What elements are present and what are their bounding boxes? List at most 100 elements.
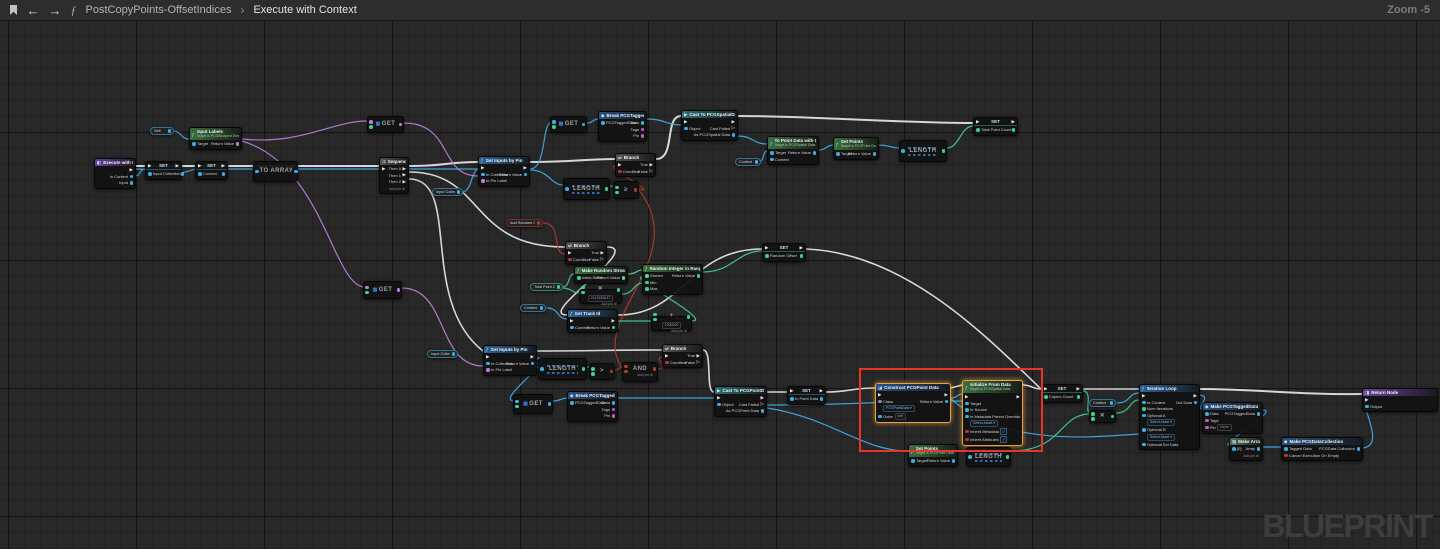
branch-3-exec-in[interactable]: ▶ [665, 353, 668, 358]
add-random-offset-capsule-out-pin[interactable] [536, 221, 540, 225]
sequence-add-pin[interactable]: Add pin ⊕ [380, 187, 408, 193]
length-2-in-pin[interactable] [901, 149, 905, 153]
context-capsule-1-out-pin[interactable] [754, 160, 758, 164]
get-inputs-by-pin-2-in-pin[interactable] [486, 368, 490, 372]
get-inputs-by-pin-1[interactable]: ƒ Get Inputs by Pin ▶ In Collection In Pin L… [478, 156, 530, 187]
blueprint-graph-canvas[interactable]: BLUEPRINT Self ƒ Input Labels Target is PCG… [0, 0, 1440, 549]
set-in-point-data-var-in-pin[interactable] [790, 397, 794, 401]
set-context-var-out-pin[interactable] [221, 172, 225, 176]
cast-to-pcgpointdata-in-pin[interactable] [717, 402, 721, 406]
return-node[interactable]: ◨ Return Node ▶ Output [1362, 388, 1438, 412]
get-inputs-by-pin-1-exec-out[interactable]: ▶ [524, 165, 527, 170]
set-input-collection[interactable]: ▶ SET ▶ Input Collection [145, 161, 185, 180]
get-item-3-out-pin[interactable] [547, 402, 551, 406]
branch-3-exec-pin[interactable]: ▶ [697, 353, 700, 358]
greater-equal-1-in-pin[interactable] [615, 185, 619, 190]
sequence-exec-pin[interactable]: ▶ [403, 179, 406, 184]
branch-2-exec-pin[interactable]: ▷ [601, 257, 604, 262]
greater-equal-1-in-pin[interactable] [615, 190, 619, 195]
greater-1[interactable]: > [589, 363, 615, 380]
get-inputs-by-pin-1-in-pin[interactable] [481, 179, 485, 183]
input-collection-capsule-2-out-pin[interactable] [451, 352, 455, 356]
context-capsule-1[interactable]: Context [735, 158, 761, 166]
get-item-2-out-pin[interactable] [581, 122, 585, 127]
get-points-1-out-pin[interactable] [872, 152, 876, 156]
set-context[interactable]: ▶ SET ▶ Context [195, 161, 228, 180]
multiply-1-out-pin[interactable] [616, 288, 620, 292]
breadcrumb-current[interactable]: Execute with Context [253, 4, 356, 16]
cast-to-pcgspatialdata-out-pin[interactable] [731, 133, 735, 137]
get-points-2-in-pin[interactable] [911, 459, 915, 463]
branch-1[interactable]: ⇄ Branch ▶ Condition True ▶ False ▷ [615, 153, 656, 177]
branch-2-exec-pin[interactable]: ▶ [601, 250, 604, 255]
set-random-offset[interactable]: ▶ SET ▶ Random Offset [762, 243, 806, 262]
set-input-collection-exec-in[interactable]: ▶ [148, 163, 151, 168]
get-track-id[interactable]: ƒ Get Track Id ▶ Context ▶ Return Value [567, 309, 618, 333]
multiply-2-in-pin[interactable] [1091, 412, 1095, 416]
iteration-loop-out-pin[interactable] [1193, 400, 1197, 404]
bookmark-icon[interactable]: ▾ [10, 5, 18, 15]
break-pcgtaggeddata-1[interactable]: ◆Break PCGTaggedDataPCGTaggedDataDataTag… [598, 111, 647, 142]
length-3[interactable]: LENGTH [538, 358, 587, 380]
to-array[interactable]: TO ARRAY [253, 161, 298, 182]
iteration-loop-exec-out[interactable]: ▶ [1194, 393, 1197, 398]
self-capsule-out-pin[interactable] [167, 129, 171, 133]
break-pcgtaggeddata-1-out-pin[interactable] [640, 127, 644, 131]
context-capsule-3-out-pin[interactable] [1109, 401, 1113, 405]
set-random-offset-exec-in[interactable]: ▶ [765, 245, 768, 250]
get-track-id-exec-out[interactable]: ▶ [612, 318, 615, 323]
and-node-add-pin[interactable]: Add pin ⊕ [624, 373, 656, 379]
greater-1-in-pin[interactable] [591, 367, 595, 371]
set-copies-count-exec-out[interactable]: ▶ [1077, 386, 1080, 391]
get-inputs-by-pin-2[interactable]: ƒ Get Inputs by Pin ▶ In Collection In Pin L… [483, 345, 537, 376]
get-item-3-in-pin[interactable] [515, 404, 519, 409]
iteration-loop[interactable]: ƒ Iteration Loop ▶ In Context Num Iterations… [1139, 384, 1200, 450]
get-inputs-by-pin-2-exec-in[interactable]: ▶ [486, 354, 489, 359]
self-capsule[interactable]: Self [150, 127, 174, 135]
set-context-exec-in[interactable]: ▶ [198, 163, 201, 168]
iteration-loop-exec-in[interactable]: ▶ [1142, 393, 1145, 398]
add-1-in-pin[interactable] [653, 317, 657, 321]
length-1-out-pin[interactable] [604, 187, 608, 191]
break-pcgtaggeddata-1-out-pin[interactable] [640, 134, 644, 138]
back-arrow-icon[interactable]: ← [27, 4, 40, 17]
length-3-in-pin[interactable] [540, 367, 544, 371]
break-pcgtaggeddata-2-in-pin[interactable] [570, 401, 574, 405]
iteration-loop-in-pin[interactable] [1142, 400, 1146, 404]
total-point-count-capsule[interactable]: Total Point Count [530, 283, 563, 291]
breadcrumb-root[interactable]: PostCopyPoints-OffsetIndices [86, 4, 232, 16]
greater-equal-1[interactable]: ≥ [613, 181, 639, 199]
get-item-top-in-pin[interactable] [369, 125, 373, 129]
set-random-offset-exec-out[interactable]: ▶ [800, 245, 803, 250]
get-item-purple-2[interactable]: ▦GET [363, 281, 402, 299]
random-integer-in-range-from-stream[interactable]: ƒRandom Integer in Range from StreamStre… [642, 264, 703, 295]
set-copies-count-var-out-pin[interactable] [1076, 395, 1080, 399]
to-point-data-with-context-out-pin[interactable] [812, 151, 816, 155]
get-item-purple-2-in-pin[interactable] [365, 285, 369, 290]
iteration-loop-in-pin[interactable] [1142, 407, 1146, 411]
cast-to-pcgspatialdata[interactable]: ▶Cast To PCGSpatialData▶Object▶Cast Fail… [681, 110, 738, 141]
set-total-point-count-exec-out[interactable]: ▶ [1012, 119, 1015, 124]
sequence-exec-pin[interactable]: ▶ [403, 166, 406, 171]
length-1[interactable]: LENGTH [563, 178, 610, 200]
cast-to-pcgpointdata-exec-pin[interactable]: ▷ [761, 402, 764, 407]
make-pcgdatacollection-out-pin[interactable] [1356, 447, 1360, 451]
execute-with-context-exec-out[interactable]: ▶ [130, 167, 133, 172]
iteration-loop-dropdown[interactable]: Select Asset ▾ [1147, 419, 1175, 426]
set-copies-count-var-in-pin[interactable] [1044, 395, 1048, 399]
make-random-stream-out-pin[interactable] [621, 276, 625, 280]
random-integer-in-range-from-stream-out-pin[interactable] [696, 274, 700, 278]
get-track-id-in-pin[interactable] [570, 325, 574, 329]
input-labels[interactable]: ƒInput LabelsTarget is PCGBlueprint Elem… [189, 127, 242, 150]
length-4-in-pin[interactable] [968, 455, 972, 459]
length-2-out-pin[interactable] [941, 149, 945, 153]
make-random-stream-in-pin[interactable] [577, 276, 581, 280]
multiply-2-out-pin[interactable] [1110, 414, 1114, 419]
set-copies-count-exec-in[interactable]: ▶ [1044, 386, 1047, 391]
add-1[interactable]: +1000000 Add pin ⊕ [651, 312, 692, 333]
set-total-point-count[interactable]: ▶ SET ▶ Total Point Count [973, 117, 1018, 136]
multiply-2-in-pin[interactable] [1091, 417, 1095, 421]
set-total-point-count-var-out-pin[interactable] [1011, 128, 1015, 132]
context-capsule-3[interactable]: Context [1089, 399, 1116, 407]
set-input-collection-var-in-pin[interactable] [148, 172, 152, 176]
